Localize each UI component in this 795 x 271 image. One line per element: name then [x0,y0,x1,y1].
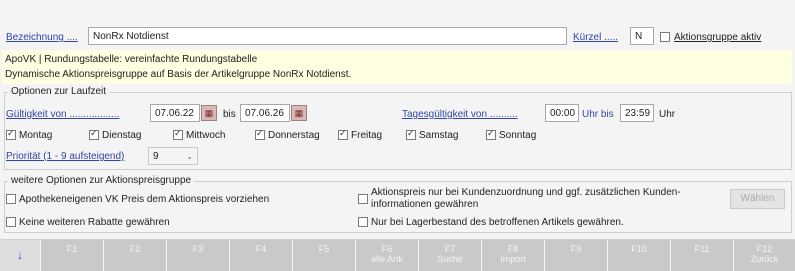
f6-sub: alle Artk [370,254,403,264]
f10-label: F10 [631,244,647,254]
uhr-label: Uhr [659,109,676,120]
info-line-2: Dynamische Aktionspreisgruppe auf Basis … [5,69,352,80]
info-box: ApoVK | Rundungstabelle: vereinfachte Ru… [2,50,792,84]
day-checkbox-freitag[interactable] [338,128,348,140]
info-line-1: ApoVK | Rundungstabelle: vereinfachte Ru… [5,54,258,65]
f12-key[interactable]: F12 Zurück [734,240,795,271]
f8-sub: Import [500,254,526,264]
tagesgueltigkeit-label: Tagesgültigkeit von .......... [402,109,518,120]
f9-key[interactable]: F9 [545,240,608,271]
f5-label: F5 [318,244,330,254]
f5-key[interactable]: F5 [293,240,356,271]
f12-sub: Zurück [750,254,779,264]
bezeichnung-label: Bezeichnung .... [6,32,78,43]
arrow-down-key[interactable]: ↓ [0,240,41,271]
bezeichnung-input[interactable]: NonRx Notdienst [88,27,567,45]
f8-label: F8 [507,244,519,254]
day-label-sonntag: Sonntag [499,130,537,141]
prioritaet-select[interactable]: 9 ⌄ [148,147,198,165]
f1-key[interactable]: F1 [41,240,104,271]
prioritaet-value: 9 [153,151,159,162]
option-lagerbestand-checkbox[interactable] [358,217,368,227]
kuerzel-input[interactable]: N [630,27,654,45]
f3-key[interactable]: F3 [167,240,230,271]
f9-label: F9 [570,244,582,254]
f4-key[interactable]: F4 [230,240,293,271]
uhr-bis-label: Uhr bis [582,109,614,120]
f7-key[interactable]: F7 Suche [419,240,482,271]
option-kundenzuordnung-label-2: informationen gewähren [371,199,479,210]
calendar-to-icon[interactable]: ▦ [291,105,307,121]
day-checkbox-dienstag[interactable] [89,128,99,140]
kuerzel-label: Kürzel ..... [573,32,619,43]
f4-label: F4 [255,244,267,254]
f8-key[interactable]: F8 Import [482,240,545,271]
laufzeit-legend: Optionen zur Laufzeit [8,86,110,97]
f10-key[interactable]: F10 [608,240,671,271]
f12-label: F12 [756,244,773,254]
f11-key[interactable]: F11 [671,240,734,271]
option-lagerbestand-label: Nur bei Lagerbestand des betroffenen Art… [371,217,624,228]
f1-label: F1 [66,244,78,254]
bis-label: bis [223,109,236,120]
option-vk-preis-label: Apothekeneigenen VK Preis dem Aktionspre… [19,194,270,205]
f7-sub: Suche [437,254,463,264]
time-to-input[interactable]: 23:59 [620,104,654,122]
day-label-montag: Montag [19,130,53,141]
weitere-legend: weitere Optionen zur Aktionspreisgruppe [8,175,195,186]
day-checkbox-mittwoch[interactable] [173,128,183,140]
f2-label: F2 [129,244,141,254]
day-checkbox-donnerstag[interactable] [255,128,265,140]
arrow-down-icon: ↓ [17,248,23,262]
option-keine-rabatte-label: Keine weiteren Rabatte gewähren [19,217,170,228]
option-kundenzuordnung-checkbox[interactable] [358,194,368,204]
gueltigkeit-label: Gültigkeit von .................. [6,109,120,120]
chevron-down-icon: ⌄ [186,152,193,161]
day-label-freitag: Freitag [351,130,383,141]
day-label-donnerstag: Donnerstag [268,130,320,141]
day-checkbox-sonntag[interactable] [486,128,496,140]
day-label-samstag: Samstag [419,130,459,141]
aktionsgruppe-aktiv-checkbox[interactable] [660,32,670,42]
day-label-mittwoch: Mittwoch [186,130,226,141]
f2-key[interactable]: F2 [104,240,167,271]
option-kundenzuordnung-label-1: Aktionspreis nur bei Kundenzuordnung und… [371,187,681,198]
f3-label: F3 [192,244,204,254]
day-label-dienstag: Dienstag [102,130,142,141]
option-vk-preis-checkbox[interactable] [6,194,16,204]
f6-label: F6 [381,244,393,254]
f7-label: F7 [444,244,456,254]
time-from-input[interactable]: 00:00 [545,104,579,122]
prioritaet-label: Priorität (1 - 9 aufsteigend) [6,151,125,162]
calendar-from-icon[interactable]: ▦ [201,105,217,121]
date-to-input[interactable]: 07.06.26 [240,104,290,122]
aktionsgruppe-aktiv-label: Aktionsgruppe aktiv [674,32,762,43]
option-keine-rabatte-checkbox[interactable] [6,217,16,227]
function-key-bar: ↓ F1 F2 F3 F4 F5 F6 alle Artk F7 Suche F8 I… [0,239,795,271]
day-checkbox-samstag[interactable] [406,128,416,140]
waehlen-button[interactable]: Wählen [730,189,785,209]
day-checkbox-montag[interactable] [6,128,16,140]
date-from-input[interactable]: 07.06.22 [150,104,200,122]
f11-label: F11 [694,244,710,254]
f6-key[interactable]: F6 alle Artk [356,240,419,271]
